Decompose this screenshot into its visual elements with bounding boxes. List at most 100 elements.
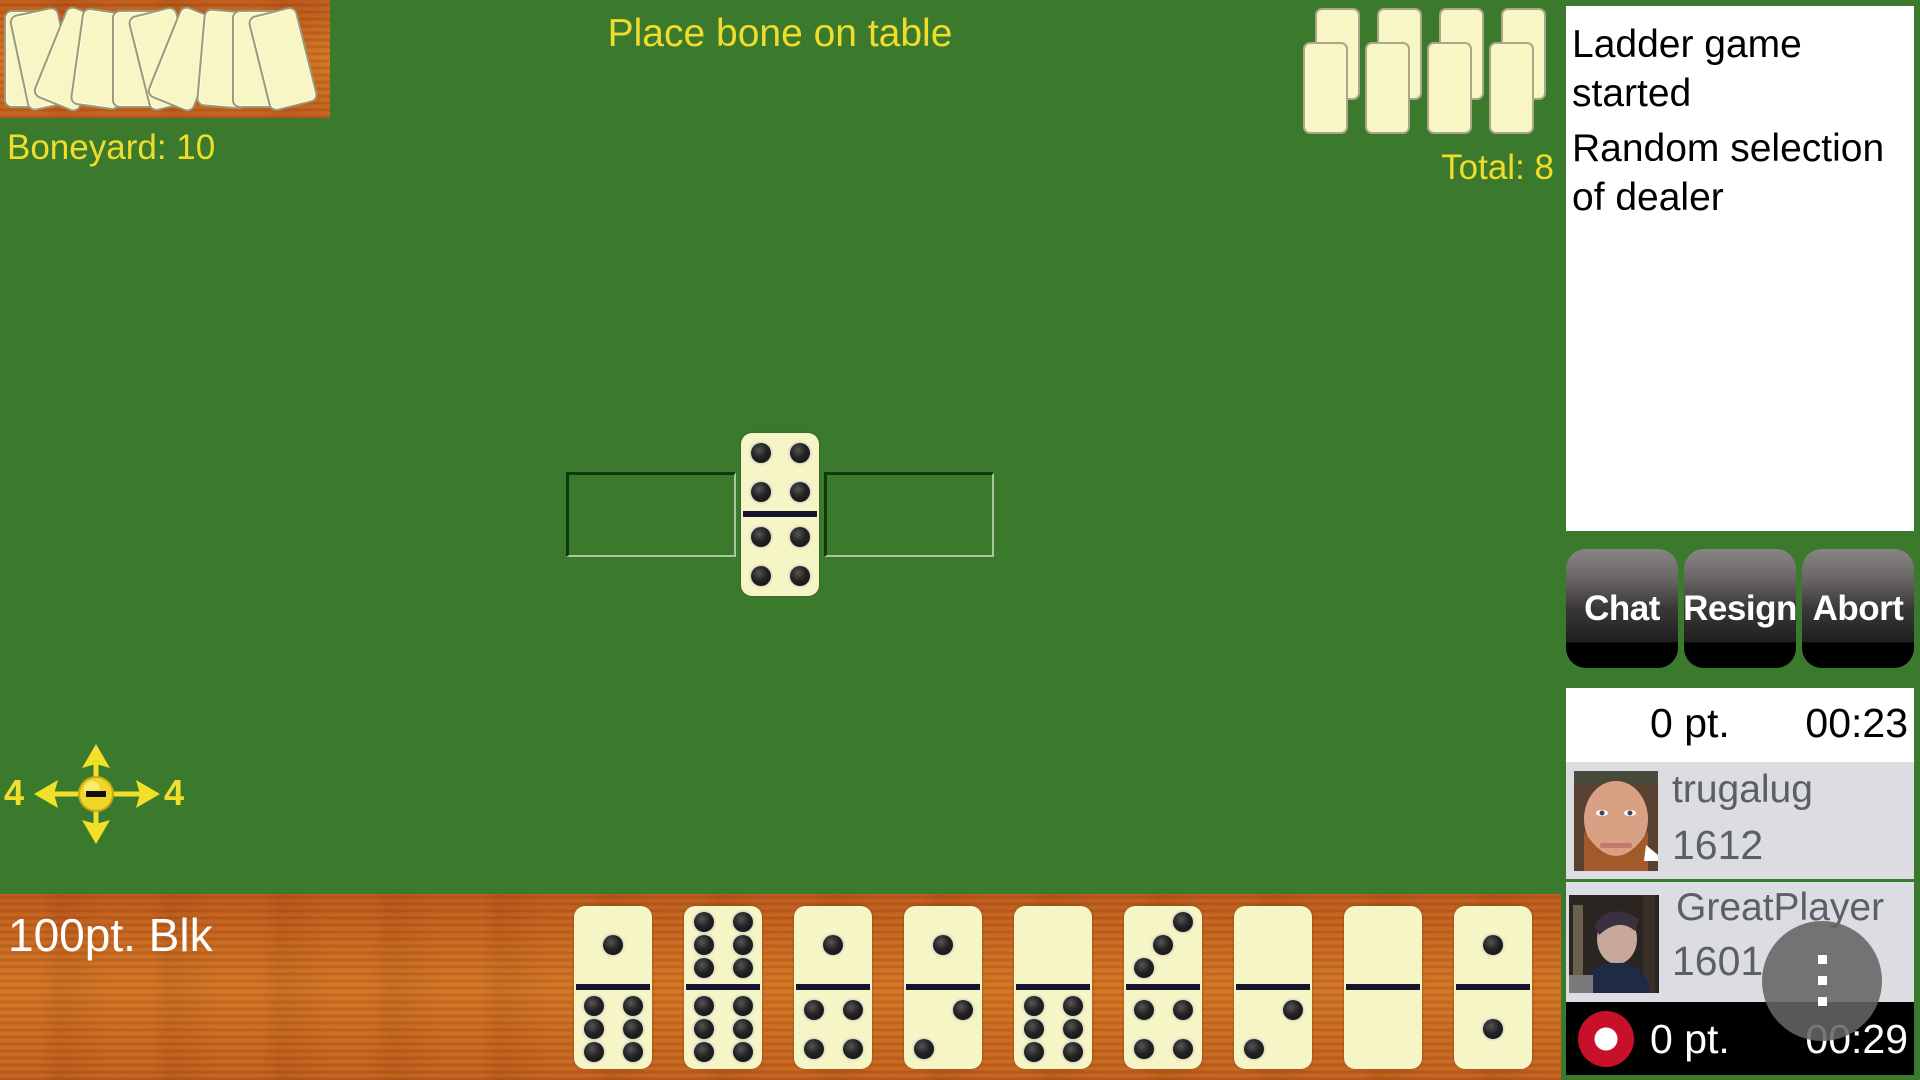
move-arrows-icon[interactable] <box>0 738 200 848</box>
pip <box>583 995 604 1016</box>
opponent-avatar[interactable] <box>1574 771 1658 871</box>
domino-divider <box>906 984 980 990</box>
log-line: Ladder game started <box>1572 23 1802 115</box>
hand-domino[interactable] <box>1344 906 1422 1069</box>
pip <box>732 995 753 1016</box>
domino-divider <box>576 984 650 990</box>
hand-domino[interactable] <box>794 906 872 1069</box>
pip <box>750 442 771 463</box>
pip <box>913 1038 934 1059</box>
pip <box>803 999 824 1020</box>
pip <box>732 911 753 932</box>
opponent-face-down-tile <box>1365 42 1410 134</box>
opponent-player-card[interactable]: trugalug 1612 <box>1566 762 1914 879</box>
domino-half-top <box>741 433 819 511</box>
pip <box>693 1042 714 1063</box>
pip <box>842 999 863 1020</box>
opponent-face-down-tile <box>1489 42 1534 134</box>
domino-half-bottom <box>1124 990 1202 1068</box>
pip <box>789 442 810 463</box>
pip <box>693 935 714 955</box>
hand-domino[interactable] <box>1124 906 1202 1069</box>
hand-domino[interactable] <box>1454 906 1532 1069</box>
domino-divider <box>796 984 870 990</box>
pip <box>1483 935 1503 955</box>
pip <box>1062 1042 1083 1063</box>
pip <box>693 1019 714 1039</box>
pip <box>1172 911 1193 932</box>
pip <box>622 1042 643 1063</box>
domino-half-bottom <box>684 990 762 1068</box>
left-drop-slot[interactable] <box>566 472 736 557</box>
player-hand-area <box>0 894 1561 1080</box>
domino-half-top <box>1014 906 1092 984</box>
pip <box>732 1042 753 1063</box>
domino-half-bottom <box>1454 990 1532 1068</box>
resign-button[interactable]: Resign <box>1683 549 1797 668</box>
hand-domino[interactable] <box>574 906 652 1069</box>
pip <box>693 911 714 932</box>
domino-divider <box>743 511 817 517</box>
pip <box>842 1038 863 1059</box>
pip <box>803 1038 824 1059</box>
domino-divider <box>1126 984 1200 990</box>
domino-half-top <box>1344 906 1422 984</box>
domino-half-top <box>684 906 762 984</box>
overflow-menu-button[interactable] <box>1762 921 1882 1041</box>
pip <box>1062 995 1083 1016</box>
opponent-tile-total: Total: 8 <box>1441 148 1554 187</box>
pip <box>750 526 771 547</box>
pip <box>732 935 753 955</box>
pip <box>1153 935 1173 955</box>
domino-half-top <box>904 906 982 984</box>
pip <box>1282 999 1303 1020</box>
pip <box>1483 1019 1503 1039</box>
game-log[interactable]: Ladder game started Random selection of … <box>1566 6 1914 531</box>
pip <box>952 999 973 1020</box>
my-rating: 1601 <box>1672 938 1764 984</box>
pip <box>1062 1019 1083 1039</box>
domino-divider <box>1236 984 1310 990</box>
pip <box>583 1042 604 1063</box>
domino-half-top <box>1124 906 1202 984</box>
hand-domino[interactable] <box>684 906 762 1069</box>
pip <box>823 935 843 955</box>
pip <box>933 935 953 955</box>
domino-half-top <box>794 906 872 984</box>
avatar-man-portrait-icon <box>1569 895 1659 993</box>
domino-half-bottom <box>904 990 982 1068</box>
domino-half-bottom <box>794 990 872 1068</box>
turn-indicator-icon <box>1578 1011 1634 1067</box>
opponent-score-row: 0 pt. 00:23 <box>1566 688 1914 762</box>
my-avatar[interactable] <box>1569 895 1659 993</box>
pip <box>1023 995 1044 1016</box>
opponent-score: 0 pt. <box>1650 700 1730 746</box>
pip <box>732 958 753 979</box>
pip <box>789 565 810 586</box>
direction-control[interactable]: 4 4 <box>0 738 200 848</box>
pip <box>1133 999 1154 1020</box>
pip <box>693 995 714 1016</box>
domino-half-bottom <box>574 990 652 1068</box>
pip <box>583 1019 604 1039</box>
avatar-bearded-man-icon <box>1574 771 1658 871</box>
hand-domino[interactable] <box>1014 906 1092 1069</box>
domino-half-bottom <box>741 517 819 595</box>
chat-button[interactable]: Chat <box>1566 549 1678 668</box>
pip <box>1172 1038 1193 1059</box>
opponent-face-down-tile <box>1427 42 1472 134</box>
opponent-name: trugalug <box>1672 768 1813 811</box>
pip <box>603 935 623 955</box>
game-mode-label: 100pt. Blk <box>8 909 213 961</box>
pip <box>693 958 714 979</box>
hand-domino[interactable] <box>904 906 982 1069</box>
abort-button[interactable]: Abort <box>1802 549 1914 668</box>
domino-half-bottom <box>1344 990 1422 1068</box>
log-line: Random selection of dealer <box>1572 127 1885 219</box>
pip <box>1133 958 1154 979</box>
pip <box>622 1019 643 1039</box>
hand-domino[interactable] <box>1234 906 1312 1069</box>
pip <box>1133 1038 1154 1059</box>
pip <box>1023 1042 1044 1063</box>
right-drop-slot[interactable] <box>824 472 994 557</box>
